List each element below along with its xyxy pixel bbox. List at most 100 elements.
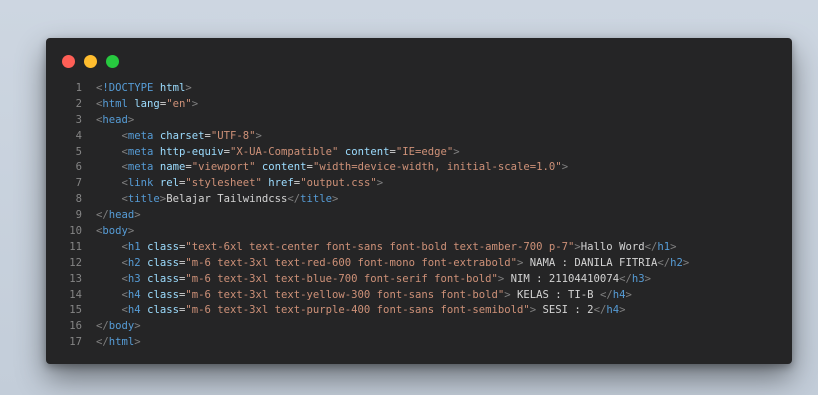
code-token: </ — [644, 240, 658, 253]
code-token: rel — [159, 177, 179, 190]
window-controls — [62, 55, 128, 68]
code-window: 1 <!DOCTYPE html> 2 <html lang="en"> 3 <head>… — [46, 38, 792, 364]
code-token: > — [619, 304, 626, 317]
code-token: content — [261, 161, 307, 174]
code-token: class — [147, 272, 179, 285]
code-token: class — [147, 240, 179, 253]
code-line: 16 </body> — [54, 319, 689, 335]
code-token: "m-6 text-3xl text-red-600 font-mono fon… — [185, 256, 517, 269]
code-line: 13 <h3 class="m-6 text-3xl text-blue-700… — [54, 272, 689, 288]
code-token: </ — [593, 304, 607, 317]
code-token: </ — [96, 336, 109, 349]
code-token: > — [561, 161, 569, 174]
code-line: 9 </head> — [54, 208, 689, 224]
code-token: </ — [287, 193, 301, 206]
code-editor[interactable]: 1 <!DOCTYPE html> 2 <html lang="en"> 3 <head>… — [54, 81, 689, 351]
code-token: href — [268, 177, 294, 190]
code-text: <h4 class="m-6 text-3xl text-yellow-300 … — [96, 288, 632, 304]
line-number: 6 — [75, 161, 82, 174]
code-text: <body> — [96, 224, 134, 240]
code-text: <meta charset="UTF-8"> — [96, 129, 262, 145]
code-token: "m-6 text-3xl text-purple-400 font-sans … — [185, 304, 530, 317]
line-number: 14 — [69, 288, 82, 301]
code-text: <meta http-equiv="X-UA-Compatible" conte… — [96, 145, 460, 161]
code-text: <title>Belajar Tailwindcss</title> — [96, 192, 339, 208]
code-text: <h4 class="m-6 text-3xl text-purple-400 … — [96, 303, 626, 319]
line-number: 3 — [75, 113, 82, 126]
code-line: 2 <html lang="en"> — [54, 97, 689, 113]
line-number: 1 — [75, 82, 82, 94]
code-token: > — [625, 288, 632, 301]
minimize-window-button[interactable] — [84, 55, 97, 68]
code-token: </ — [657, 256, 671, 269]
code-token: "IE=edge" — [395, 145, 454, 158]
code-token: > — [376, 177, 384, 190]
code-token: "stylesheet" — [185, 177, 262, 190]
code-text: </head> — [96, 208, 141, 224]
code-token: > — [332, 193, 339, 206]
code-token: > — [670, 240, 677, 253]
code-line: 5 <meta http-equiv="X-UA-Compatible" con… — [54, 145, 689, 161]
code-token: html — [102, 97, 128, 110]
code-text: <link rel="stylesheet" href="output.css"… — [96, 176, 384, 192]
code-token: h1 — [127, 240, 141, 253]
code-token: > — [127, 225, 135, 238]
line-number: 10 — [69, 225, 82, 238]
code-token: h4 — [127, 304, 141, 317]
code-token: Belajar Tailwindcss — [166, 193, 288, 206]
code-token: "m-6 text-3xl text-yellow-300 font-sans … — [185, 288, 505, 301]
code-token: head — [102, 113, 128, 126]
code-token: link — [127, 177, 154, 190]
code-token: SESI : 2 — [536, 304, 594, 317]
code-token: NIM : 21104410074 — [504, 272, 620, 285]
code-token: > — [255, 129, 262, 142]
line-number: 15 — [69, 304, 82, 317]
code-token: name — [159, 161, 186, 174]
code-text: </body> — [96, 319, 141, 335]
line-number: 17 — [69, 336, 82, 349]
code-line: 3 <head> — [54, 113, 689, 129]
line-number: 5 — [75, 145, 82, 158]
code-token: body — [108, 320, 135, 333]
close-window-button[interactable] — [62, 55, 75, 68]
code-token: h4 — [606, 304, 620, 317]
line-number: 12 — [69, 256, 82, 269]
code-text: </html> — [96, 335, 141, 351]
code-token: NAMA : DANILA FITRIA — [523, 256, 658, 269]
code-token: > — [185, 82, 192, 94]
code-token: </ — [599, 288, 613, 301]
code-token: h2 — [670, 256, 683, 269]
code-token: title — [127, 193, 160, 206]
code-line: 4 <meta charset="UTF-8"> — [54, 129, 689, 145]
code-token: lang — [134, 97, 160, 110]
code-line: 14 <h4 class="m-6 text-3xl text-yellow-3… — [54, 288, 689, 304]
code-token: h1 — [657, 240, 671, 253]
code-token: > — [644, 272, 651, 285]
code-line: 17 </html> — [54, 335, 689, 351]
code-text: <h3 class="m-6 text-3xl text-blue-700 fo… — [96, 272, 651, 288]
code-token: > — [134, 209, 141, 222]
line-number: 4 — [75, 129, 82, 142]
code-token: meta — [127, 129, 154, 142]
code-token: "output.css" — [300, 177, 377, 190]
code-token: "en" — [166, 97, 192, 110]
code-token: body — [102, 225, 128, 238]
code-line: 10 <body> — [54, 224, 689, 240]
code-token: html — [108, 336, 135, 349]
code-token: h4 — [127, 288, 141, 301]
code-token: > — [191, 97, 199, 110]
code-token: Hallo Word — [580, 240, 645, 253]
maximize-window-button[interactable] — [106, 55, 119, 68]
code-token: meta — [127, 161, 154, 174]
code-line: 8 <title>Belajar Tailwindcss</title> — [54, 192, 689, 208]
code-text: <meta name="viewport" content="width=dev… — [96, 160, 569, 176]
code-token: h2 — [127, 256, 141, 269]
code-token: h3 — [631, 272, 645, 285]
